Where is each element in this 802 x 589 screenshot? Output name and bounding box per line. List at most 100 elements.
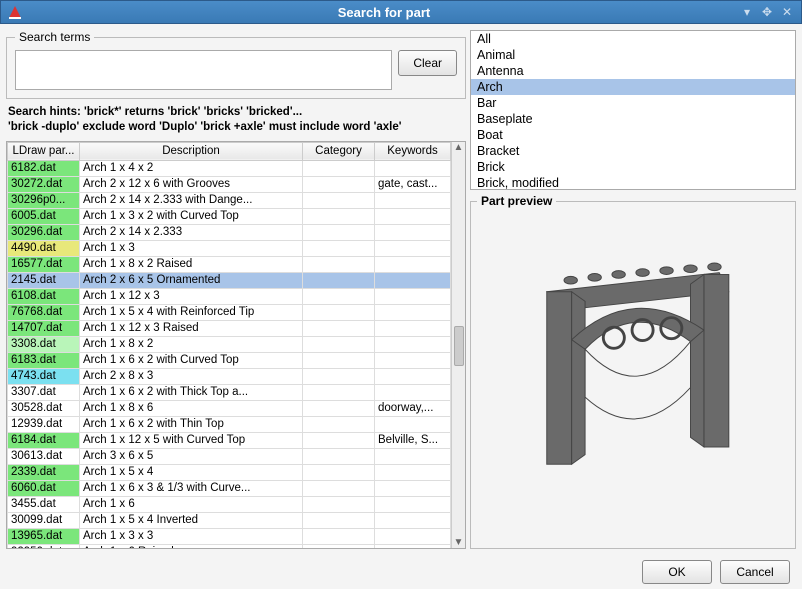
table-row[interactable]: 3307.datArch 1 x 6 x 2 with Thick Top a.…: [8, 384, 451, 400]
table-row[interactable]: 30528.datArch 1 x 8 x 6doorway,...: [8, 400, 451, 416]
ok-button[interactable]: OK: [642, 560, 712, 584]
cell-part: 4743.dat: [8, 368, 80, 384]
category-item[interactable]: Brick: [471, 159, 795, 175]
category-item[interactable]: Antenna: [471, 63, 795, 79]
cell-part: 6060.dat: [8, 480, 80, 496]
preview-legend: Part preview: [477, 194, 556, 208]
cell-kw: [375, 336, 451, 352]
col-keywords[interactable]: Keywords: [375, 142, 451, 160]
category-item[interactable]: Boat: [471, 127, 795, 143]
cell-desc: Arch 2 x 6 x 5 Ornamented: [80, 272, 303, 288]
cell-desc: Arch 1 x 6 Raised: [80, 544, 303, 548]
cell-kw: [375, 544, 451, 548]
cell-cat: [303, 368, 375, 384]
cell-cat: [303, 320, 375, 336]
col-category[interactable]: Category: [303, 142, 375, 160]
table-scrollbar[interactable]: ▲ ▼: [451, 142, 465, 548]
cell-kw: [375, 528, 451, 544]
parts-table[interactable]: LDraw par... Description Category Keywor…: [7, 142, 451, 548]
cell-part: 3455.dat: [8, 496, 80, 512]
table-row[interactable]: 3308.datArch 1 x 8 x 2: [8, 336, 451, 352]
cell-kw: [375, 192, 451, 208]
cell-desc: Arch 1 x 5 x 4 with Reinforced Tip: [80, 304, 303, 320]
cell-kw: [375, 496, 451, 512]
cell-desc: Arch 3 x 6 x 5: [80, 448, 303, 464]
cell-desc: Arch 1 x 5 x 4: [80, 464, 303, 480]
table-row[interactable]: 16577.datArch 1 x 8 x 2 Raised: [8, 256, 451, 272]
cell-cat: [303, 512, 375, 528]
hint-line-1: Search hints: 'brick*' returns 'brick' '…: [8, 105, 464, 120]
cell-cat: [303, 192, 375, 208]
table-row[interactable]: 3455.datArch 1 x 6: [8, 496, 451, 512]
cell-desc: Arch 1 x 6 x 2 with Thick Top a...: [80, 384, 303, 400]
scroll-up-icon[interactable]: ▲: [454, 142, 464, 153]
table-row[interactable]: 4490.datArch 1 x 3: [8, 240, 451, 256]
cell-cat: [303, 544, 375, 548]
table-row[interactable]: 6060.datArch 1 x 6 x 3 & 1/3 with Curve.…: [8, 480, 451, 496]
table-row[interactable]: 13965.datArch 1 x 3 x 3: [8, 528, 451, 544]
cell-part: 30099.dat: [8, 512, 80, 528]
table-row[interactable]: 6183.datArch 1 x 6 x 2 with Curved Top: [8, 352, 451, 368]
cell-part: 76768.dat: [8, 304, 80, 320]
preview-image: [477, 214, 789, 542]
table-row[interactable]: 2145.datArch 2 x 6 x 5 Ornamented: [8, 272, 451, 288]
cell-cat: [303, 352, 375, 368]
category-item[interactable]: All: [471, 31, 795, 47]
table-row[interactable]: 76768.datArch 1 x 5 x 4 with Reinforced …: [8, 304, 451, 320]
table-row[interactable]: 2339.datArch 1 x 5 x 4: [8, 464, 451, 480]
table-row[interactable]: 30296p0...Arch 2 x 14 x 2.333 with Dange…: [8, 192, 451, 208]
table-row[interactable]: 30272.datArch 2 x 12 x 6 with Groovesgat…: [8, 176, 451, 192]
table-row[interactable]: 30099.datArch 1 x 5 x 4 Inverted: [8, 512, 451, 528]
category-item[interactable]: Arch: [471, 79, 795, 95]
category-list[interactable]: AllAnimalAntennaArchBarBaseplateBoatBrac…: [470, 30, 796, 190]
table-row[interactable]: 14707.datArch 1 x 12 x 3 Raised: [8, 320, 451, 336]
table-row[interactable]: 30613.datArch 3 x 6 x 5: [8, 448, 451, 464]
search-input[interactable]: [15, 50, 392, 90]
table-row[interactable]: 92950.datArch 1 x 6 Raised: [8, 544, 451, 548]
table-row[interactable]: 6108.datArch 1 x 12 x 3: [8, 288, 451, 304]
table-row[interactable]: 6184.datArch 1 x 12 x 5 with Curved TopB…: [8, 432, 451, 448]
cancel-button[interactable]: Cancel: [720, 560, 790, 584]
cell-part: 6183.dat: [8, 352, 80, 368]
col-desc[interactable]: Description: [80, 142, 303, 160]
cell-cat: [303, 288, 375, 304]
cell-kw: [375, 208, 451, 224]
category-item[interactable]: Bracket: [471, 143, 795, 159]
col-ldraw[interactable]: LDraw par...: [8, 142, 80, 160]
cell-desc: Arch 2 x 8 x 3: [80, 368, 303, 384]
maximize-icon[interactable]: ✥: [759, 4, 775, 20]
close-icon[interactable]: ✕: [779, 4, 795, 20]
table-row[interactable]: 6005.datArch 1 x 3 x 2 with Curved Top: [8, 208, 451, 224]
table-row[interactable]: 30296.datArch 2 x 14 x 2.333: [8, 224, 451, 240]
cell-cat: [303, 224, 375, 240]
cell-part: 12939.dat: [8, 416, 80, 432]
cell-cat: [303, 240, 375, 256]
cell-kw: [375, 384, 451, 400]
table-row[interactable]: 4743.datArch 2 x 8 x 3: [8, 368, 451, 384]
minimize-icon[interactable]: ▾: [739, 4, 755, 20]
cell-part: 3308.dat: [8, 336, 80, 352]
cell-part: 30296.dat: [8, 224, 80, 240]
cell-part: 2339.dat: [8, 464, 80, 480]
cell-cat: [303, 272, 375, 288]
cell-part: 16577.dat: [8, 256, 80, 272]
category-item[interactable]: Animal: [471, 47, 795, 63]
cell-kw: [375, 352, 451, 368]
cell-cat: [303, 496, 375, 512]
table-row[interactable]: 6182.datArch 1 x 4 x 2: [8, 160, 451, 176]
cell-part: 6108.dat: [8, 288, 80, 304]
cell-cat: [303, 432, 375, 448]
category-item[interactable]: Bar: [471, 95, 795, 111]
scroll-thumb[interactable]: [454, 326, 464, 366]
cell-kw: [375, 224, 451, 240]
scroll-down-icon[interactable]: ▼: [454, 537, 464, 548]
cell-cat: [303, 336, 375, 352]
category-item[interactable]: Baseplate: [471, 111, 795, 127]
category-item[interactable]: Brick, modified: [471, 175, 795, 190]
clear-button[interactable]: Clear: [398, 50, 457, 76]
cell-kw: [375, 512, 451, 528]
cell-part: 6005.dat: [8, 208, 80, 224]
preview-group: Part preview: [470, 194, 796, 549]
table-row[interactable]: 12939.datArch 1 x 6 x 2 with Thin Top: [8, 416, 451, 432]
cell-kw: [375, 416, 451, 432]
